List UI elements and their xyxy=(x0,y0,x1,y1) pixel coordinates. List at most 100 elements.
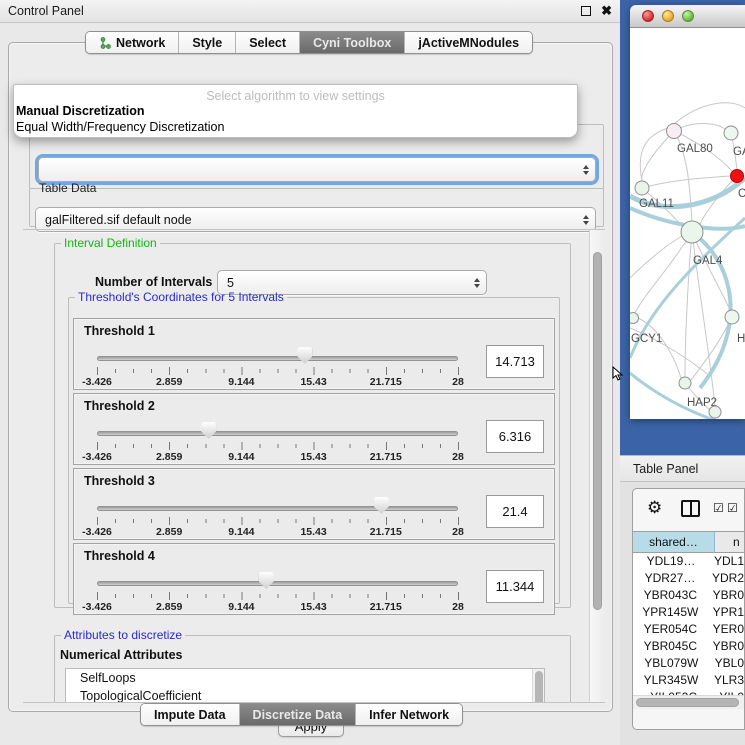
table-panel: Table Panel ⚙ ☑ ☑ shared… n YDL19…YDL1 Y… xyxy=(620,455,745,745)
table-row[interactable]: YBR043CYBR0 xyxy=(633,587,744,604)
column-layout-icon[interactable] xyxy=(681,500,700,517)
network-node[interactable] xyxy=(724,126,738,140)
scrollbar-thumb[interactable] xyxy=(636,698,739,707)
desktop-background: GAL80GACGAL11GAL4GCY1HHAP2 Table Panel ⚙… xyxy=(620,0,745,745)
number-of-intervals-label: Number of Intervals xyxy=(95,275,212,289)
gear-icon[interactable]: ⚙ xyxy=(647,498,662,518)
attributes-title: Attributes to discretize xyxy=(61,628,185,642)
close-icon[interactable]: ✖ xyxy=(601,6,612,16)
threshold-1-panel: Threshold 1 -3.4262.8599.14415.4321.7152… xyxy=(73,318,555,390)
table-row[interactable]: YDR27…YDR2 xyxy=(633,570,744,587)
table-body: YDL19…YDL1 YDR27…YDR2 YBR043CYBR0 YPR145… xyxy=(633,553,744,695)
network-node[interactable] xyxy=(667,124,682,139)
thresholds-group: Threshold's Coordinates for 5 Intervals … xyxy=(68,290,560,604)
table-data-group: Table Data galFiltered.sif default node xyxy=(29,181,604,227)
threshold-2-slider-thumb[interactable] xyxy=(201,422,216,439)
network-node-label: GAL11 xyxy=(639,198,674,210)
interval-definition-title: Interval Definition xyxy=(61,236,160,250)
threshold-2-slider-track[interactable] xyxy=(97,431,458,436)
threshold-2-panel: Threshold 2 -3.4262.8599.14415.4321.7152… xyxy=(73,393,555,465)
threshold-2-value-field[interactable] xyxy=(486,420,544,453)
threshold-3-slider-track[interactable] xyxy=(97,506,458,511)
column-header-name[interactable]: n xyxy=(715,532,744,552)
network-node[interactable] xyxy=(630,313,639,324)
table-row[interactable]: YBR045CYBR0 xyxy=(633,638,744,655)
threshold-3-value-field[interactable] xyxy=(486,495,544,528)
interval-definition-group: Interval Definition Number of Intervals … xyxy=(54,236,571,608)
table-row[interactable]: YLR345WYLR3 xyxy=(633,672,744,689)
chevron-updown-icon xyxy=(468,278,486,288)
checkbox-icon[interactable]: ☑ xyxy=(713,501,724,515)
threshold-4-slider-thumb[interactable] xyxy=(259,572,274,589)
menu-item-manual-discretization[interactable]: Manual Discretization xyxy=(14,103,577,119)
threshold-4-slider-track[interactable] xyxy=(97,581,458,586)
mouse-cursor xyxy=(612,366,624,382)
table-panel-title: Table Panel xyxy=(633,462,698,476)
threshold-1-slider-ticks xyxy=(97,367,459,375)
network-node[interactable] xyxy=(679,377,691,389)
table-data-title: Table Data xyxy=(36,181,99,195)
float-window-icon[interactable] xyxy=(581,6,591,16)
threshold-1-slider-thumb[interactable] xyxy=(297,347,312,364)
threshold-3-slider-scale: -3.4262.8599.14415.4321.71528 xyxy=(97,526,458,538)
table-data-combobox-value: galFiltered.sif default node xyxy=(36,213,577,227)
network-node[interactable] xyxy=(731,170,744,183)
tab-cyni-toolbox[interactable]: Cyni Toolbox xyxy=(300,32,405,53)
zoom-traffic-light[interactable] xyxy=(682,10,694,22)
network-canvas[interactable]: GAL80GACGAL11GAL4GCY1HHAP2 xyxy=(630,28,745,419)
network-node-label: C xyxy=(738,188,745,200)
tab-discretize-data[interactable]: Discretize Data xyxy=(240,704,357,725)
node-table-card: ⚙ ☑ ☑ shared… n YDL19…YDL1 YDR27…YDR2 YB… xyxy=(632,488,745,730)
tab-style[interactable]: Style xyxy=(179,32,236,53)
tab-infer-network[interactable]: Infer Network xyxy=(356,704,462,725)
threshold-2-slider-ticks xyxy=(97,442,459,450)
screen: Control Panel ✖ Discretization Algorithm… xyxy=(0,0,745,745)
number-of-intervals-value: 5 xyxy=(218,276,468,290)
threshold-3-label: Threshold 3 xyxy=(84,474,155,488)
threshold-2-slider-scale: -3.4262.8599.14415.4321.71528 xyxy=(97,451,458,463)
numerical-attributes-list: SelfLoops TopologicalCoefficient Between… xyxy=(65,668,545,703)
algorithm-combobox[interactable] xyxy=(38,157,596,182)
thresholds-title: Threshold's Coordinates for 5 Intervals xyxy=(75,290,287,304)
tab-impute-data[interactable]: Impute Data xyxy=(141,704,240,725)
cyni-mode-tabs: Impute Data Discretize Data Infer Networ… xyxy=(140,703,463,726)
table-row[interactable]: YBL079WYBL0 xyxy=(633,655,744,672)
threshold-4-label: Threshold 4 xyxy=(84,549,155,563)
close-traffic-light[interactable] xyxy=(642,10,654,22)
network-node[interactable] xyxy=(725,310,739,324)
tab-network[interactable]: Network xyxy=(86,32,179,53)
attributes-list-scrollbar[interactable] xyxy=(532,669,544,703)
network-node[interactable] xyxy=(709,406,721,418)
threshold-4-value-field[interactable] xyxy=(486,570,544,603)
threshold-1-slider-track[interactable] xyxy=(97,356,458,361)
minimize-traffic-light[interactable] xyxy=(662,10,674,22)
threshold-1-value-field[interactable] xyxy=(486,345,544,378)
table-row[interactable]: YDL19…YDL1 xyxy=(633,553,744,570)
control-panel: Control Panel ✖ Discretization Algorithm… xyxy=(0,0,620,745)
threshold-4-slider-ticks xyxy=(97,592,459,600)
network-node[interactable] xyxy=(635,181,649,195)
settings-scroll-area: Interval Definition Number of Intervals … xyxy=(23,229,605,703)
table-horizontal-scrollbar[interactable] xyxy=(633,695,744,709)
list-item[interactable]: TopologicalCoefficient xyxy=(66,687,544,703)
column-header-shared-name[interactable]: shared… xyxy=(633,532,715,552)
network-view-window: GAL80GACGAL11GAL4GCY1HHAP2 xyxy=(630,5,745,419)
chevron-updown-icon xyxy=(577,165,595,175)
scrollbar-thumb[interactable] xyxy=(593,252,602,610)
checkbox-icon[interactable]: ☑ xyxy=(727,501,738,515)
table-toolbar: ⚙ ☑ ☑ xyxy=(633,489,744,531)
table-row[interactable]: YPR145WYPR1 xyxy=(633,604,744,621)
network-node-label: GA xyxy=(733,146,745,158)
thresholds-stack: Threshold 1 -3.4262.8599.14415.4321.7152… xyxy=(69,318,559,618)
menu-item-equal-width-frequency[interactable]: Equal Width/Frequency Discretization xyxy=(14,119,577,135)
network-node[interactable] xyxy=(681,221,703,243)
list-item[interactable]: SelfLoops xyxy=(66,669,544,687)
algorithm-dropdown-popup: Select algorithm to view settings Manual… xyxy=(13,84,578,138)
threshold-4-slider-scale: -3.4262.8599.14415.4321.71528 xyxy=(97,601,458,613)
tab-select[interactable]: Select xyxy=(236,32,300,53)
table-row[interactable]: YER054CYER0 xyxy=(633,621,744,638)
network-node-label: GAL4 xyxy=(693,255,723,267)
tab-jactivemnodules[interactable]: jActiveMNodules xyxy=(405,32,532,53)
settings-vertical-scrollbar[interactable] xyxy=(589,230,605,703)
threshold-3-slider-thumb[interactable] xyxy=(374,497,389,514)
